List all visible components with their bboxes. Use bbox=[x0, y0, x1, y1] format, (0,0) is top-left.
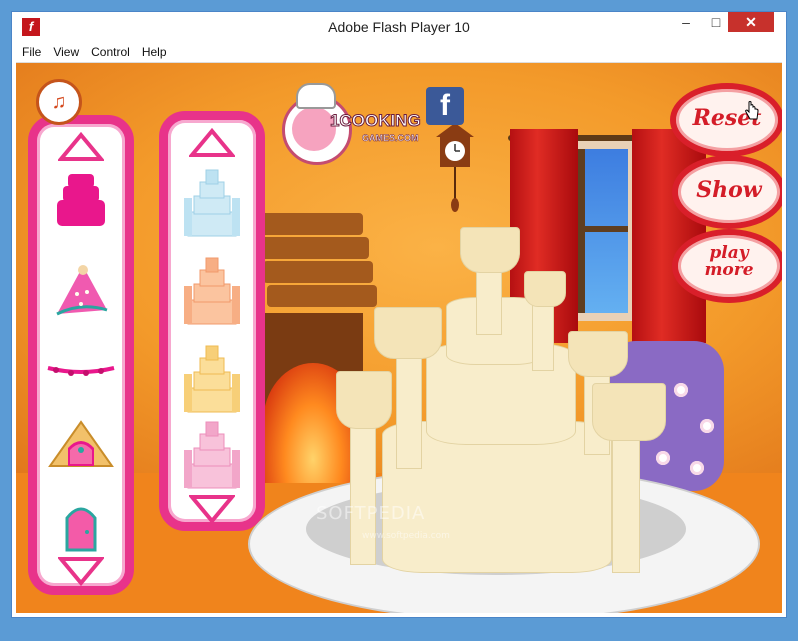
menu-bar: File View Control Help bbox=[16, 42, 782, 63]
logo-text-line1: 1COOKING bbox=[330, 111, 422, 131]
menu-file[interactable]: File bbox=[16, 42, 47, 59]
castle-cake bbox=[316, 223, 676, 603]
cake-tower-cap bbox=[460, 227, 520, 273]
logo-text-sub: GAMES.COM bbox=[362, 133, 419, 144]
sofa-flower bbox=[700, 419, 714, 433]
title-bar: f Adobe Flash Player 10 – □ ✕ bbox=[12, 12, 786, 42]
yellow-castle-cake-icon[interactable] bbox=[180, 344, 244, 414]
left-decoration-panel bbox=[28, 115, 134, 595]
pink-door-icon[interactable] bbox=[63, 500, 99, 552]
cuckoo-clock bbox=[436, 123, 474, 212]
right-cake-panel bbox=[159, 111, 265, 531]
pink-castle-cake-icon[interactable] bbox=[180, 420, 244, 490]
scroll-down-arrow-icon[interactable] bbox=[189, 494, 235, 524]
pink-cake-base-icon[interactable] bbox=[54, 170, 108, 230]
cake-tower-cap bbox=[336, 371, 392, 429]
pink-bead-garland-icon[interactable] bbox=[46, 360, 116, 380]
reset-button[interactable]: Reset bbox=[670, 83, 782, 157]
cake-tower bbox=[532, 299, 554, 371]
logo-text-line3: .COM bbox=[395, 133, 419, 144]
blue-castle-cake-icon[interactable] bbox=[180, 168, 244, 238]
window-title: Adobe Flash Player 10 bbox=[328, 19, 470, 35]
close-button[interactable]: ✕ bbox=[728, 12, 774, 32]
cooking-games-logo[interactable]: 1COOKING GAMES.COM bbox=[282, 83, 422, 165]
play-more-button[interactable]: play more bbox=[672, 229, 782, 303]
show-button[interactable]: Show bbox=[672, 155, 782, 229]
menu-control[interactable]: Control bbox=[85, 42, 136, 59]
music-toggle-button[interactable]: ♫ bbox=[36, 79, 82, 125]
play-more-label-line2: more bbox=[704, 260, 754, 280]
music-note-icon: ♫ bbox=[51, 91, 67, 113]
brick-gate-decoration-icon[interactable] bbox=[48, 420, 114, 468]
show-button-label: Show bbox=[696, 177, 762, 203]
flash-player-window: f Adobe Flash Player 10 – □ ✕ File View Co… bbox=[12, 12, 786, 617]
sofa-flower bbox=[690, 461, 704, 475]
princess-hat-topper-icon[interactable] bbox=[51, 264, 111, 322]
cake-tower-cap bbox=[374, 307, 442, 359]
cake-tower-cap bbox=[568, 331, 628, 377]
menu-help[interactable]: Help bbox=[136, 42, 173, 59]
watermark-url: www.softpedia.com bbox=[362, 531, 450, 541]
logo-text-line2: GAMES bbox=[362, 133, 396, 144]
facebook-button[interactable]: f bbox=[426, 87, 464, 125]
cake-tower-cap bbox=[524, 271, 566, 307]
watermark: SOFTPEDIA bbox=[316, 503, 426, 524]
logo-text: 1COOKING bbox=[330, 111, 422, 131]
menu-view[interactable]: View bbox=[47, 42, 85, 59]
orange-castle-cake-icon[interactable] bbox=[180, 256, 244, 326]
cake-tower bbox=[476, 263, 502, 335]
cake-tower bbox=[350, 423, 376, 565]
maximize-button[interactable]: □ bbox=[702, 12, 730, 32]
reset-button-label: Reset bbox=[692, 105, 762, 131]
sofa-flower bbox=[674, 383, 688, 397]
scroll-up-arrow-icon[interactable] bbox=[58, 132, 104, 162]
hand-cursor-icon bbox=[745, 101, 759, 120]
cake-tower bbox=[396, 357, 422, 469]
scroll-up-arrow-icon[interactable] bbox=[189, 128, 235, 158]
minimize-button[interactable]: – bbox=[672, 12, 700, 32]
cake-tower-cap bbox=[592, 383, 666, 441]
cake-tower bbox=[612, 431, 640, 573]
game-stage: SOFTPEDIA www.softpedia.com ♫ 1COOKING G… bbox=[16, 63, 782, 613]
chef-hat-icon bbox=[296, 83, 336, 109]
scroll-down-arrow-icon[interactable] bbox=[58, 556, 104, 586]
